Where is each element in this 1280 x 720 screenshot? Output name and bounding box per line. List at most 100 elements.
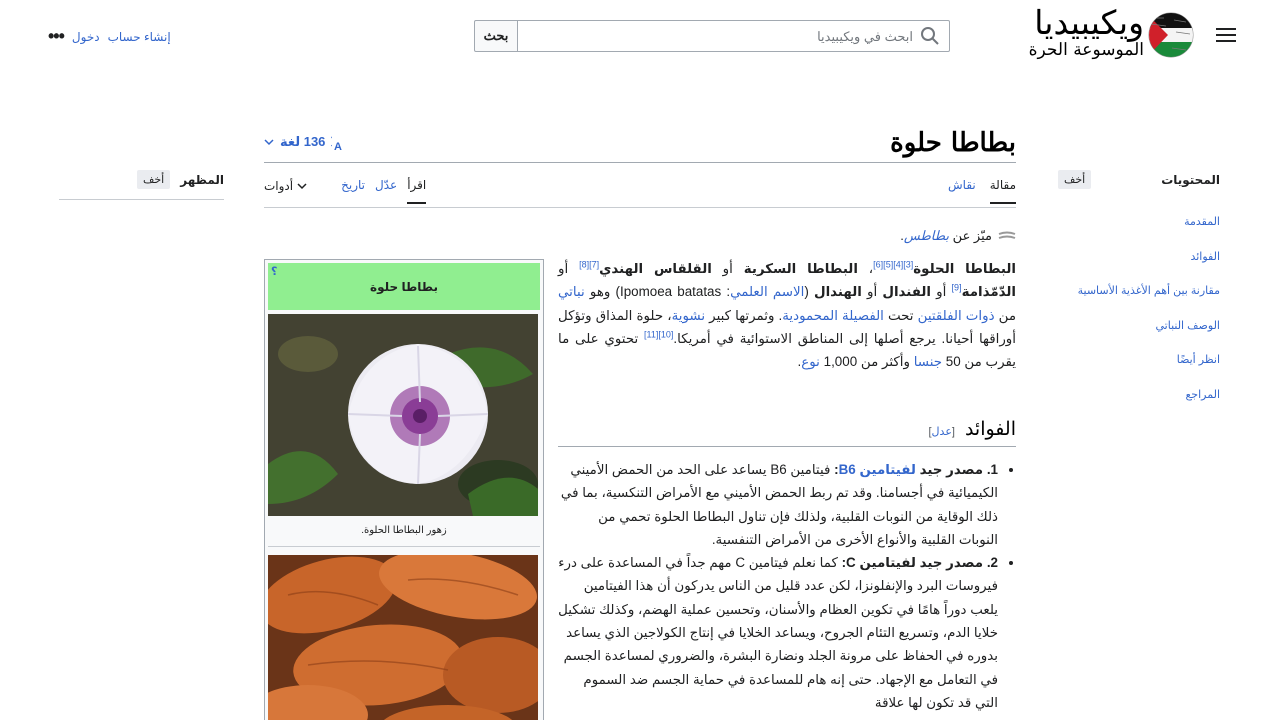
svg-text:文: 文 [331, 133, 333, 148]
ref-link[interactable]: [10][11] [644, 329, 673, 339]
intro-term: البطاطا السكرية [743, 261, 858, 276]
intro-text: أو [861, 284, 883, 300]
intro-text: أو [931, 284, 952, 300]
chevron-down-icon [297, 183, 307, 190]
wordmark-tagline: الموسوعة الحرة [1028, 40, 1144, 60]
intro-link[interactable]: نباتي [558, 284, 585, 299]
article-intro: البطاطا الحلوة[3][4][5][6]، البطاطا السك… [558, 257, 1016, 373]
namespace-tabs: مقالة نقاش [948, 178, 1016, 204]
tab-article[interactable]: مقالة [989, 178, 1016, 204]
toc-item-comparison[interactable]: مقارنة بين أهم الأغذية الأساسية [1078, 285, 1220, 297]
intro-text: ( [804, 284, 814, 300]
intro-term: الفندال [882, 284, 932, 300]
infobox-header: ؟ بطاطا حلوة [268, 263, 540, 310]
sweet-potato-image[interactable] [248, 550, 553, 720]
tab-read[interactable]: اقرأ [407, 178, 427, 204]
intro-text: أو [558, 261, 580, 276]
toc-title: المحتويات [1161, 172, 1220, 187]
toc-item-benefits[interactable]: الفوائد [1190, 251, 1220, 263]
toc-item[interactable]: الفوائد [1058, 241, 1220, 276]
search-input[interactable] [518, 20, 950, 52]
benefits-list: 1. مصدر جيد لفيتامين B6: فيتامين B6 يساع… [558, 458, 1016, 714]
infobox-help-link[interactable]: ؟ [271, 265, 277, 278]
toc-item-intro[interactable]: المقدمة [1184, 216, 1220, 228]
appearance-divider [59, 199, 224, 200]
hatnote-prefix: ميّز عن [952, 228, 992, 243]
wordmark-title: ويكيبيديا [1034, 3, 1144, 42]
list-item: 1. مصدر جيد لفيتامين B6: فيتامين B6 يساع… [558, 458, 998, 551]
main-menu-button[interactable] [1214, 24, 1238, 46]
language-button[interactable]: 文 A 136 لغة [264, 133, 353, 151]
tab-tools-label: أدوات [264, 179, 294, 193]
toc-item-references[interactable]: المراجع [1185, 389, 1220, 401]
create-account-link[interactable]: إنشاء حساب [108, 30, 171, 44]
more-options-icon[interactable]: ••• [48, 26, 65, 47]
intro-term: البطاطا الحلوة [913, 261, 1016, 276]
ref-link[interactable]: [9] [952, 283, 962, 293]
list-item: 2. مصدر جيد لفيتامين C: كما نعلم فيتامين… [558, 551, 998, 714]
hatnote: ميّز عن بطاطس. [900, 228, 1016, 244]
flower-image[interactable] [268, 314, 538, 516]
login-link[interactable]: دخول [72, 30, 100, 44]
tabs-divider [264, 207, 1016, 208]
section-edit-link[interactable]: عدل [932, 426, 952, 438]
intro-link[interactable]: ذوات الفلقتين [918, 308, 995, 323]
ref-link[interactable]: [3][4][5][6] [873, 260, 913, 270]
view-tabs: أدوات تاريخ عدّل اقرأ [264, 178, 427, 204]
section-edit: [عدل] [928, 426, 955, 438]
infobox-caption: زهور البطاطا الحلوة. [268, 521, 540, 547]
item-title: 2. مصدر جيد لفيتامين C: [841, 555, 998, 571]
toc-list: المقدمة الفوائد مقارنة بين أهم الأغذية ا… [1058, 206, 1220, 413]
intro-text: . وثمرتها كبير [705, 307, 783, 323]
search-icon [921, 27, 939, 45]
intro-link[interactable]: الاسم العلمي [730, 284, 804, 299]
toc-item-description[interactable]: الوصف النباتي [1155, 320, 1220, 332]
toc-item[interactable]: المقدمة [1058, 206, 1220, 241]
toc-header: المحتويات أخف [1058, 170, 1220, 189]
toc-item-see-also[interactable]: انظر أيضًا [1177, 354, 1220, 366]
toc-item[interactable]: انظر أيضًا [1058, 344, 1220, 379]
intro-text: وأكثر من 1,000 [819, 354, 914, 370]
appearance-header: أخف المظهر [59, 170, 224, 189]
toc-hide-button[interactable]: أخف [1058, 170, 1092, 189]
tab-edit[interactable]: عدّل [375, 178, 397, 204]
ref-link[interactable]: [7][8] [579, 260, 599, 270]
svg-text:A: A [334, 141, 342, 151]
intro-link[interactable]: الفصيلة المحمودية [782, 308, 884, 323]
item-link[interactable]: لفيتامين B6 [839, 462, 916, 477]
translate-icon: 文 A [331, 133, 342, 151]
hatnote-link[interactable]: بطاطس [904, 228, 949, 243]
chevron-down-icon [264, 139, 274, 146]
search-form: بحث [474, 20, 950, 52]
user-links: إنشاء حساب دخول ••• [48, 26, 171, 47]
intro-link[interactable]: جنسا [914, 354, 942, 369]
item-title: 1. مصدر جيد [915, 462, 998, 477]
toc-item[interactable]: مقارنة بين أهم الأغذية الأساسية [1058, 275, 1220, 310]
intro-text: أو [711, 261, 744, 276]
title-divider [264, 162, 1016, 163]
language-count: 136 لغة [280, 134, 326, 149]
toc-item[interactable]: المراجع [1058, 379, 1220, 414]
intro-term: الدّمّذامة [961, 284, 1016, 300]
intro-term: الهندال [813, 284, 862, 300]
intro-text: من [994, 307, 1017, 323]
tab-history[interactable]: تاريخ [341, 178, 365, 204]
wordmark[interactable]: ويكيبيديا الموسوعة الحرة [1008, 3, 1144, 61]
search-button[interactable]: بحث [474, 20, 518, 52]
disambiguation-icon [998, 231, 1016, 239]
intro-text: : Ipomoea batatas) وهو [584, 284, 731, 300]
intro-link[interactable]: نشوية [672, 308, 706, 323]
toc-item[interactable]: الوصف النباتي [1058, 310, 1220, 345]
page-title: بطاطا حلوة [890, 128, 1016, 158]
intro-link[interactable]: نوع [801, 354, 820, 369]
wikipedia-logo-icon[interactable] [1146, 12, 1196, 58]
tab-tools[interactable]: أدوات [264, 178, 307, 204]
intro-paragraph: البطاطا الحلوة[3][4][5][6]، البطاطا السك… [558, 257, 1016, 373]
infobox-title: بطاطا حلوة [370, 279, 438, 294]
intro-term: القلقاس الهندي [599, 261, 712, 276]
appearance-hide-button[interactable]: أخف [137, 170, 171, 189]
infobox: ؟ بطاطا حلوة زهور البطاطا الحلوة. [248, 259, 553, 720]
appearance-title: المظهر [180, 172, 224, 187]
intro-text: تحت [883, 307, 918, 323]
tab-talk[interactable]: نقاش [948, 178, 976, 204]
